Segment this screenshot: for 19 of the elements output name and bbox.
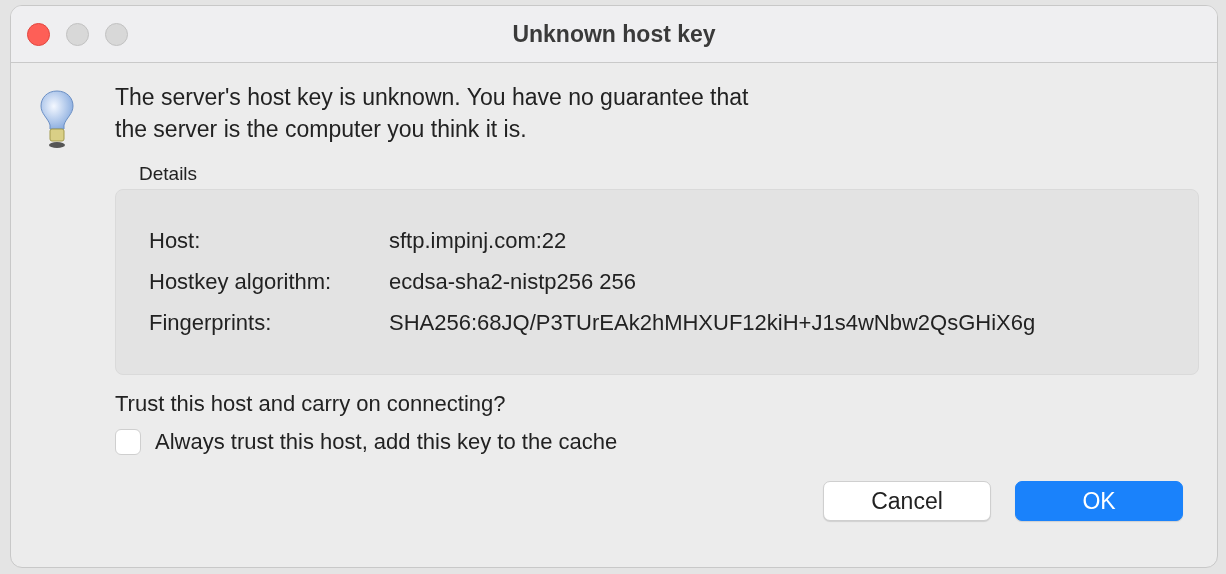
light-bulb-icon [39,89,75,149]
minimize-button[interactable] [66,22,89,46]
field-label: Host: [149,227,202,255]
field-value: SHA256:68JQ/P3TUrEAk2hMHXUF12kiH+J1s4wNbw2QsGHiX6g [389,309,1037,337]
field-value: ecdsa-sha2-nistp256 256 [389,268,638,296]
field-label: Fingerprints: [149,309,273,337]
window-title: Unknown host key [512,20,716,48]
close-button[interactable] [27,22,50,46]
checkbox[interactable] [115,429,141,455]
message-text: the server is the computer you think it is. [115,115,528,144]
ok-button[interactable]: OK [1015,481,1183,521]
checkbox-label[interactable]: Always trust this host, add this key to the cache [155,429,618,455]
field-label: Hostkey algorithm: [149,268,333,296]
zoom-button[interactable] [105,22,128,46]
question-text: Trust this host and carry on connecting? [115,390,507,418]
cancel-button[interactable]: Cancel [823,481,991,521]
field-value: sftp.impinj.com:22 [389,227,568,255]
message-text: The server's host key is unknown. You have no guarantee that [115,83,749,112]
group-title: Details [139,162,198,186]
